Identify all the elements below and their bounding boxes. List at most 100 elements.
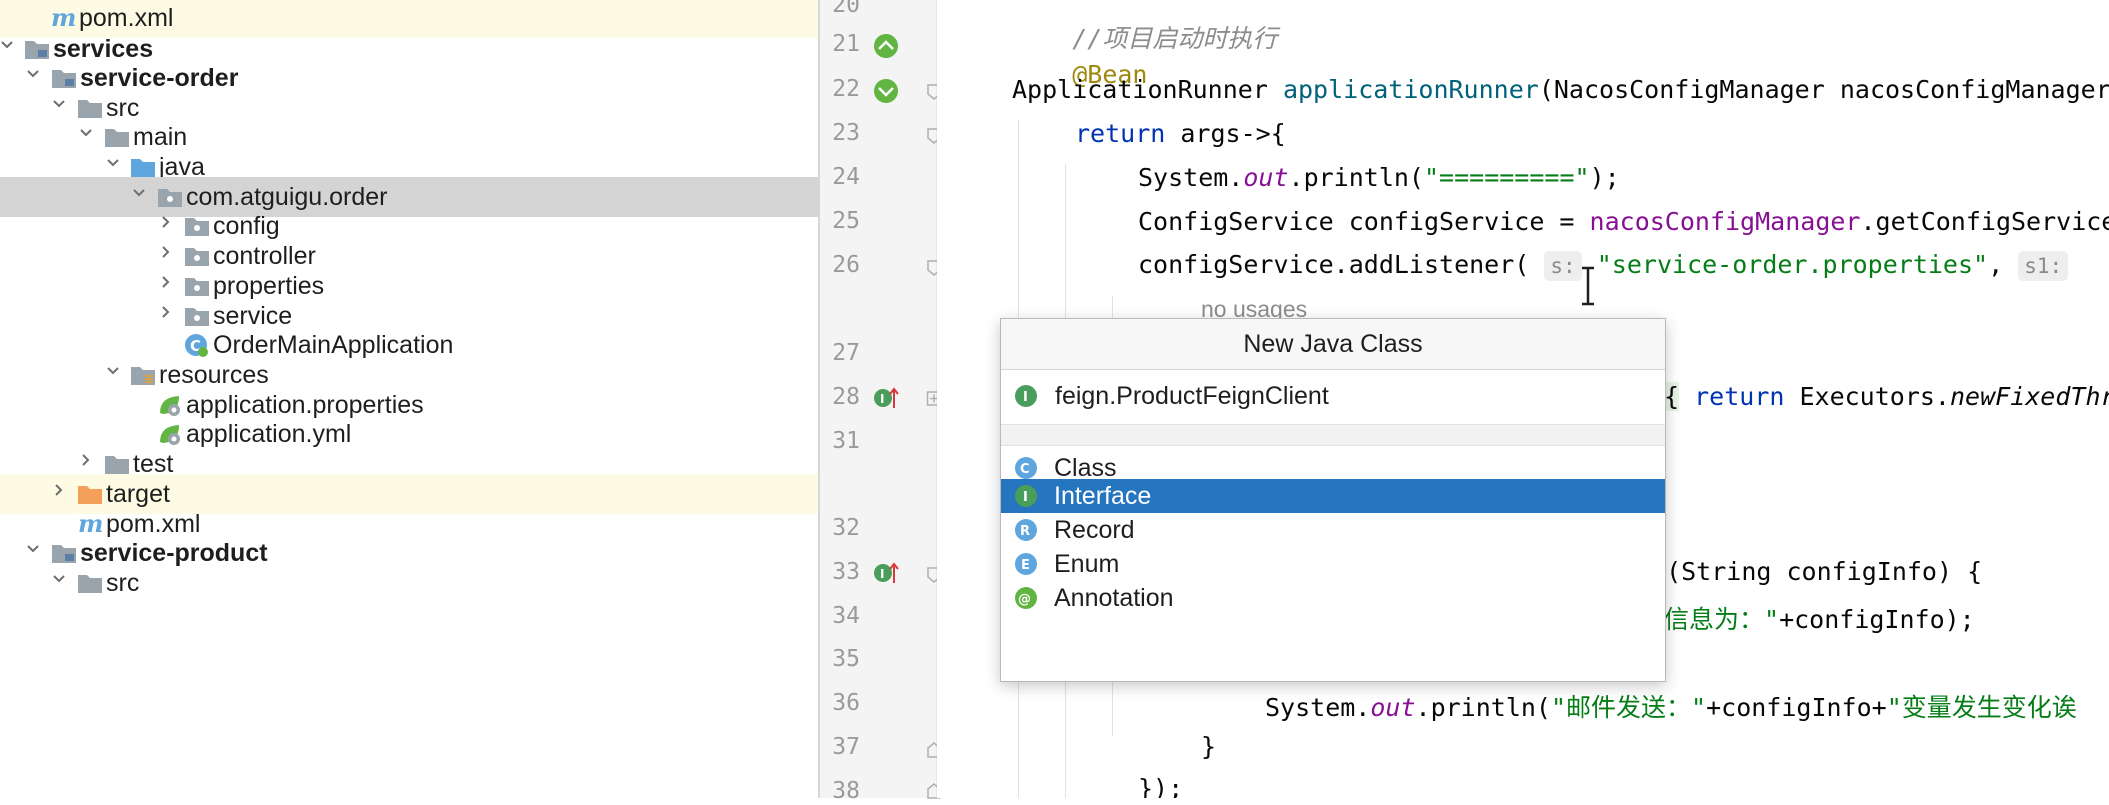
folder-icon (104, 125, 130, 149)
line-number: 33 (832, 559, 860, 585)
svg-text:I: I (880, 567, 884, 581)
code-token: { (1664, 382, 1680, 411)
code-line-38: }); (1138, 774, 1183, 798)
code-line-26: configService.addListener( s: "service-o… (1138, 250, 2069, 281)
option-record[interactable]: R Record (1001, 513, 1665, 547)
chevron-right-icon[interactable] (79, 453, 93, 467)
code-token: System. (1265, 693, 1371, 722)
option-enum[interactable]: E Enum (1001, 547, 1665, 581)
line-number: 21 (832, 31, 860, 57)
bean-navigation-icon[interactable] (872, 77, 900, 105)
code-token: ApplicationRunner (1012, 75, 1283, 104)
chevron-down-icon[interactable] (106, 364, 120, 378)
line-number: 37 (832, 734, 860, 760)
implements-icon[interactable]: I (872, 384, 900, 412)
line-number: 36 (832, 690, 860, 716)
code-token: Executors. (1784, 382, 1950, 411)
option-label: Record (1054, 516, 1135, 544)
string-token: "=========" (1423, 163, 1590, 192)
folder-icon (77, 571, 103, 595)
resources-folder-icon (130, 363, 156, 387)
code-line-25: ConfigService configService = nacosConfi… (1138, 207, 2109, 236)
module-folder-icon (51, 66, 77, 90)
svg-text:I: I (1023, 490, 1028, 505)
spring-boot-class-icon: C (184, 333, 210, 357)
bean-navigation-icon[interactable] (872, 32, 900, 60)
svg-text:I: I (1023, 390, 1028, 405)
chevron-right-icon[interactable] (159, 275, 173, 289)
chevron-down-icon[interactable] (52, 97, 66, 111)
svg-text:@: @ (1018, 592, 1031, 607)
class-name-input[interactable] (1055, 378, 1655, 414)
code-line-36: System.out.println("邮件发送："+configInfo+"变… (1265, 688, 2077, 724)
code-line-24: System.out.println("========="); (1138, 163, 1620, 192)
class-name-field-row: I (1001, 370, 1665, 422)
package-icon (184, 214, 210, 238)
string-token: "service-order.properties" (1596, 250, 1989, 279)
chevron-right-icon[interactable] (159, 305, 173, 319)
option-interface[interactable]: I Interface (1001, 479, 1665, 513)
chevron-right-icon[interactable] (159, 245, 173, 259)
popup-title: New Java Class (1001, 319, 1665, 370)
svg-text:E: E (1021, 558, 1030, 573)
chevron-down-icon[interactable] (26, 67, 40, 81)
code-token: .getConfigService(); (1860, 207, 2109, 236)
popup-divider (1001, 424, 1665, 446)
parameter-hint: s1: (2018, 251, 2069, 281)
chevron-down-icon[interactable] (132, 186, 146, 200)
code-token: +configInfo+ (1706, 693, 1887, 722)
line-number: 24 (832, 164, 860, 190)
code-token: .println( (1288, 163, 1424, 192)
chevron-down-icon[interactable] (79, 126, 93, 140)
line-number: 22 (832, 76, 860, 102)
code-line-23: return args->{ (1075, 119, 1286, 148)
code-line-22: ApplicationRunner applicationRunner(Naco… (1012, 75, 2109, 104)
line-number: 26 (832, 252, 860, 278)
keyword-token: return (1679, 382, 1785, 411)
chevron-right-icon[interactable] (52, 483, 66, 497)
maven-icon: m (50, 6, 76, 30)
line-number: 28 (832, 384, 860, 410)
annotation-icon: @ (1014, 586, 1038, 610)
chevron-down-icon[interactable] (52, 572, 66, 586)
code-token: .println( (1415, 693, 1551, 722)
keyword-token: return (1075, 119, 1166, 148)
string-token: "变量发生变化诶 (1886, 693, 2077, 722)
code-token: applicationRunner (1282, 75, 1539, 104)
string-token: 信息为：" (1664, 605, 1780, 634)
chevron-down-icon[interactable] (26, 542, 40, 556)
code-line-34: 信息为："+configInfo); (1664, 600, 1975, 636)
chevron-down-icon[interactable] (106, 156, 120, 170)
code-token: out (1243, 163, 1289, 192)
code-token: out (1370, 693, 1416, 722)
option-label: Interface (1054, 482, 1152, 510)
line-number: 25 (832, 208, 860, 234)
code-token: configService.addListener( (1138, 250, 1545, 279)
option-label: Enum (1054, 550, 1120, 578)
package-icon (184, 274, 210, 298)
interface-icon: I (1014, 384, 1038, 408)
code-token: , (1988, 250, 2019, 279)
spring-config-icon (157, 422, 183, 446)
string-token: "邮件发送：" (1550, 693, 1707, 722)
code-token: }); (1138, 774, 1184, 798)
line-number: 35 (832, 646, 860, 672)
svg-text:m: m (51, 6, 76, 30)
svg-text:C: C (1020, 462, 1030, 477)
code-line-37: } (1201, 732, 1216, 761)
svg-text:I: I (880, 392, 884, 406)
line-number: 23 (832, 120, 860, 146)
excluded-folder-icon (77, 482, 103, 506)
code-token: nacosConfigManager (1589, 207, 1861, 236)
tree-item-src-product[interactable]: src (0, 563, 818, 603)
chevron-right-icon[interactable] (159, 215, 173, 229)
option-annotation[interactable]: @ Annotation (1001, 581, 1665, 615)
svg-text:R: R (1020, 524, 1030, 539)
code-token: ConfigService configService = (1138, 207, 1590, 236)
parameter-hint: s: (1544, 251, 1582, 281)
chevron-down-icon[interactable] (0, 38, 14, 52)
implements-icon[interactable]: I (872, 559, 900, 587)
line-number: 20 (832, 0, 860, 18)
line-number: 31 (832, 428, 860, 454)
code-token: } (1201, 732, 1217, 761)
